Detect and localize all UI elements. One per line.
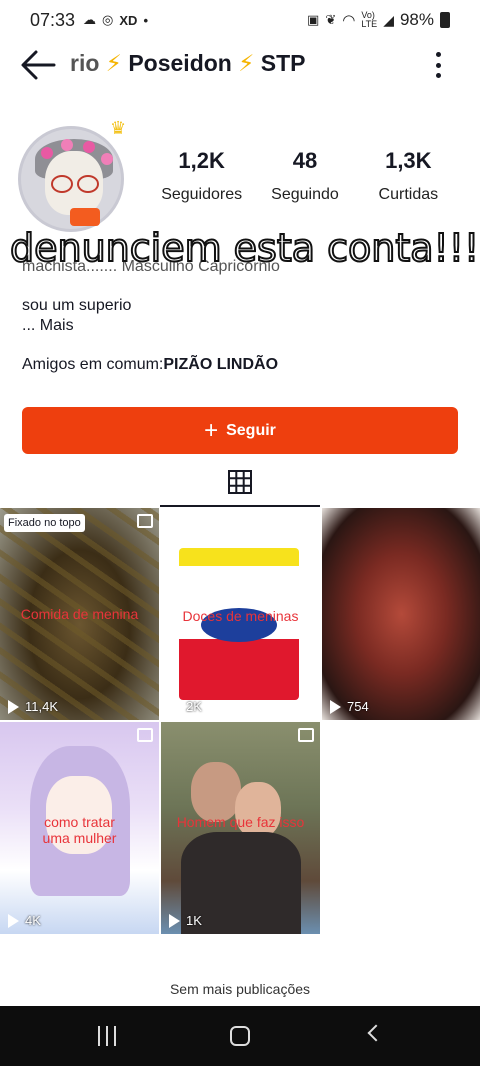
system-nav-bar	[0, 1006, 480, 1066]
xd-icon: XD	[119, 12, 138, 28]
video-caption: Doces de meninas	[182, 608, 299, 624]
views-text: 11,4K	[25, 699, 59, 714]
mutual-friend-name: PIZÃO LINDÃO	[163, 356, 279, 373]
view-count: 754	[330, 699, 369, 714]
volte-icon: Vo) LTE	[361, 10, 378, 29]
nfc-icon: ▣	[307, 12, 320, 27]
active-tab-indicator	[160, 505, 320, 507]
video-tile[interactable]: 754	[322, 508, 480, 720]
view-count: 1K	[169, 913, 202, 928]
title-prefix: rio	[70, 50, 100, 76]
play-icon	[8, 913, 19, 928]
views-text: 1K	[186, 913, 202, 928]
plus-icon: +	[204, 416, 219, 444]
bolt-icon: ⚡	[105, 50, 122, 76]
back-icon[interactable]	[367, 1024, 385, 1042]
no-more-posts: Sem mais publicações	[169, 981, 311, 997]
status-time: 07:33	[30, 9, 76, 30]
dot-icon: •	[143, 12, 149, 28]
more-options-icon[interactable]	[428, 48, 448, 82]
following-count: 48	[292, 148, 318, 173]
status-right: ▣ ❦ ◠ Vo) LTE ◢ 98%	[307, 10, 450, 30]
stat-likes[interactable]: 1,3K Curtidas	[357, 148, 460, 204]
video-caption: como tratar uma mulher	[42, 814, 117, 846]
view-count: 11,4K	[8, 699, 58, 714]
followers-label: Seguidores	[161, 186, 243, 203]
leaf-icon: ❦	[325, 12, 337, 27]
status-bar: 07:33 ☁ ◎ XD • ▣ ❦ ◠ Vo) LTE ◢ 98%	[0, 0, 480, 40]
recent-apps-icon[interactable]	[98, 1026, 118, 1046]
pinned-badge: Fixado no topo	[4, 514, 85, 532]
battery-percent: 98%	[399, 10, 434, 29]
bio-more-link[interactable]: ... Mais	[22, 316, 131, 336]
views-text: 2K	[186, 699, 202, 714]
video-caption: Comida de menina	[20, 606, 139, 622]
stat-followers[interactable]: 1,2K Seguidores	[150, 148, 253, 204]
followers-count: 1,2K	[178, 148, 225, 173]
follow-button-label: Seguir	[226, 421, 276, 439]
overlay-caption: denunciem esta conta!!!	[9, 225, 480, 271]
likes-count: 1,3K	[385, 148, 432, 173]
mutual-friends[interactable]: Amigos em comum:PIZÃO LINDÃO	[22, 356, 278, 374]
bolt-icon: ⚡	[238, 50, 255, 76]
signal-icon: ◢	[383, 11, 394, 28]
instagram-icon: ◎	[102, 12, 114, 27]
view-count: 2K	[169, 699, 202, 714]
video-tile[interactable]: Doces de meninas 2K	[161, 508, 320, 720]
battery-icon	[440, 12, 450, 28]
play-icon	[330, 699, 341, 714]
bio-text: sou um superio	[22, 297, 132, 314]
videos-grid-icon[interactable]	[228, 470, 252, 494]
play-icon	[169, 913, 180, 928]
profile-header: rio ⚡ Poseidon ⚡ STP	[0, 40, 480, 90]
avatar[interactable]: ♛	[18, 118, 128, 232]
follow-button[interactable]: + Seguir	[22, 407, 458, 454]
bio: sou um superio ... Mais	[22, 296, 131, 336]
back-arrow-icon[interactable]	[20, 48, 56, 82]
views-text: 754	[347, 699, 369, 714]
mutual-friends-label: Amigos em comum:	[22, 356, 164, 373]
photo-icon	[137, 514, 153, 528]
views-text: 4K	[25, 913, 41, 928]
title-suffix: STP	[260, 50, 306, 76]
content-tabs	[0, 462, 480, 508]
cloud-icon: ☁	[83, 12, 97, 27]
photo-icon	[298, 728, 314, 742]
wifi-icon: ◠	[342, 12, 356, 29]
video-tile[interactable]: Homem que faz isso 1K	[161, 722, 320, 934]
profile-title: rio ⚡ Poseidon ⚡ STP	[70, 50, 330, 77]
following-label: Seguindo	[271, 186, 339, 203]
profile-stats: 1,2K Seguidores 48 Seguindo 1,3K Curtida…	[150, 148, 460, 204]
likes-label: Curtidas	[378, 186, 439, 203]
video-tile[interactable]: como tratar uma mulher 4K	[0, 722, 159, 934]
crown-icon: ♛	[110, 118, 127, 138]
video-caption: Homem que faz isso	[176, 814, 305, 830]
photo-icon	[137, 728, 153, 742]
stat-following[interactable]: 48 Seguindo	[253, 148, 356, 204]
camera-badge-icon	[70, 208, 100, 226]
play-icon	[169, 699, 180, 714]
home-icon[interactable]	[230, 1026, 250, 1046]
title-name: Poseidon	[128, 50, 232, 76]
play-icon	[8, 699, 19, 714]
video-tile[interactable]: Fixado no topo Comida de menina 11,4K	[0, 508, 159, 720]
view-count: 4K	[8, 913, 41, 928]
